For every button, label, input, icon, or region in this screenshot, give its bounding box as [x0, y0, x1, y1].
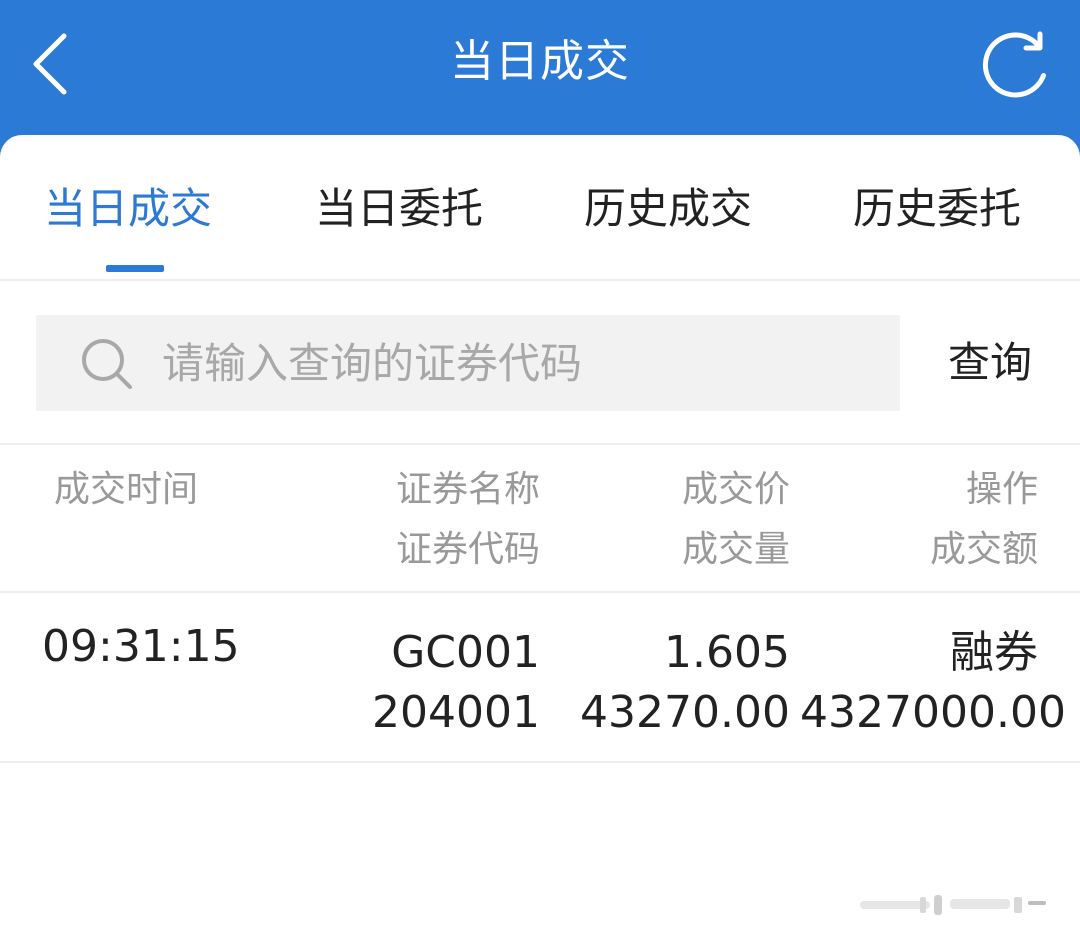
- header-trade-time: 成交时间: [54, 469, 199, 510]
- header-trade-volume: 成交量: [681, 529, 790, 570]
- query-button[interactable]: 查询: [930, 331, 1050, 395]
- tab-history-orders[interactable]: 历史委托: [853, 179, 1021, 239]
- row-security-name: GC001: [391, 627, 540, 678]
- tab-history-deals[interactable]: 历史成交: [584, 179, 752, 239]
- header-security-name: 证券名称: [395, 469, 540, 510]
- page-title: 当日成交: [450, 36, 630, 87]
- row-trade-amount: 4327000.00: [800, 687, 1066, 738]
- header-operation: 操作: [965, 469, 1038, 510]
- tab-today-deals[interactable]: 当日成交: [44, 179, 212, 239]
- divider: [0, 443, 1080, 445]
- divider: [0, 761, 1080, 763]
- active-tab-indicator: [106, 265, 164, 272]
- refresh-icon: [982, 31, 1046, 98]
- watermark-icon: [860, 895, 1046, 915]
- row-operation: 融券: [950, 627, 1038, 678]
- search-icon: [82, 339, 132, 389]
- row-trade-time: 09:31:15: [42, 621, 240, 672]
- row-trade-volume: 43270.00: [580, 687, 790, 738]
- search-input[interactable]: [162, 333, 882, 393]
- divider: [0, 591, 1080, 593]
- row-security-code: 204001: [372, 687, 540, 738]
- divider: [0, 279, 1080, 281]
- refresh-button[interactable]: [976, 28, 1052, 104]
- search-box[interactable]: [36, 315, 900, 411]
- header-security-code: 证券代码: [395, 529, 540, 570]
- header-trade-amount: 成交额: [929, 529, 1038, 570]
- app-header: 当日成交: [0, 0, 1080, 150]
- row-trade-price: 1.605: [664, 627, 790, 678]
- tab-bar: 当日成交 当日委托 历史成交 历史委托: [0, 135, 1080, 279]
- tab-today-orders[interactable]: 当日委托: [315, 179, 483, 239]
- header-trade-price: 成交价: [681, 469, 790, 510]
- content-panel: 当日成交 当日委托 历史成交 历史委托 查询 成交时间 证券名称 证券代码 成交…: [0, 135, 1080, 946]
